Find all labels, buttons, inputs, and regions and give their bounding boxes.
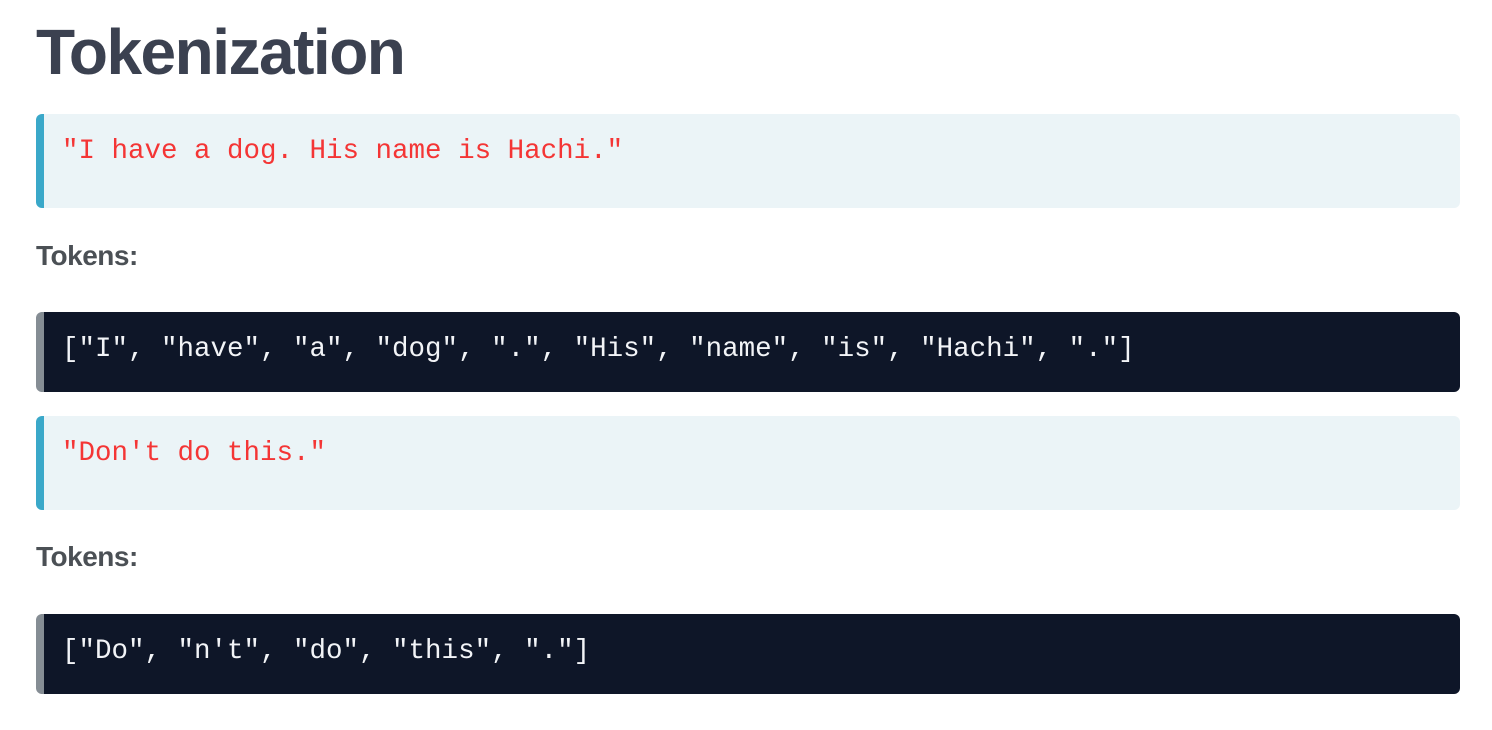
tokens-text: ["Do", "n't", "do", "this", "."] (62, 636, 591, 667)
tokens-code-block: ["I", "have", "a", "dog", ".", "His", "n… (36, 312, 1460, 392)
sentence-block: "Don't do this." (36, 416, 1460, 510)
sentence-block: "I have a dog. His name is Hachi." (36, 114, 1460, 208)
tokens-text: ["I", "have", "a", "dog", ".", "His", "n… (62, 334, 1135, 365)
tokens-code-block: ["Do", "n't", "do", "this", "."] (36, 614, 1460, 694)
sentence-text: "Don't do this." (62, 438, 327, 469)
page-title: Tokenization (36, 16, 406, 88)
tokens-label: Tokens: (36, 240, 138, 271)
tokens-label: Tokens: (36, 541, 138, 572)
sentence-text: "I have a dog. His name is Hachi." (62, 136, 624, 167)
